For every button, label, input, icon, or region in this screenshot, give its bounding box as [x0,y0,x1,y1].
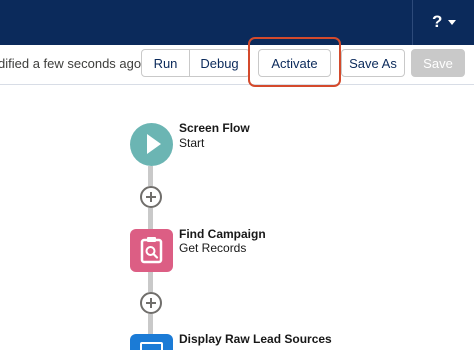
play-icon [147,134,161,154]
activate-highlight-annotation [248,37,341,87]
start-node-subtitle: Start [179,136,205,150]
get-records-node-subtitle: Get Records [179,241,247,255]
screen-icon [140,342,163,350]
run-button[interactable]: Run [141,49,190,77]
start-node[interactable] [130,123,173,166]
add-element-icon[interactable] [140,292,162,314]
save-as-button[interactable]: Save As [341,49,405,77]
flow-connector [148,272,153,292]
clipboard-search-icon [140,237,163,264]
screen-node[interactable] [130,334,173,350]
get-records-node-title: Find Campaign [179,227,266,241]
flow-connector [148,166,153,186]
get-records-node[interactable] [130,229,173,272]
app-header: ? [0,0,474,45]
chevron-down-icon [448,19,457,25]
start-node-title: Screen Flow [179,121,250,135]
flow-connector [148,314,153,334]
flow-connector [148,208,153,229]
debug-button[interactable]: Debug [189,49,250,77]
help-icon: ? [432,12,443,31]
screen-node-title: Display Raw Lead Sources [179,332,332,346]
save-status-text: dified a few seconds ago [0,56,142,71]
save-button[interactable]: Save [411,49,465,77]
help-menu-button[interactable]: ? [432,10,466,34]
header-divider [412,0,413,45]
add-element-icon[interactable] [140,186,162,208]
